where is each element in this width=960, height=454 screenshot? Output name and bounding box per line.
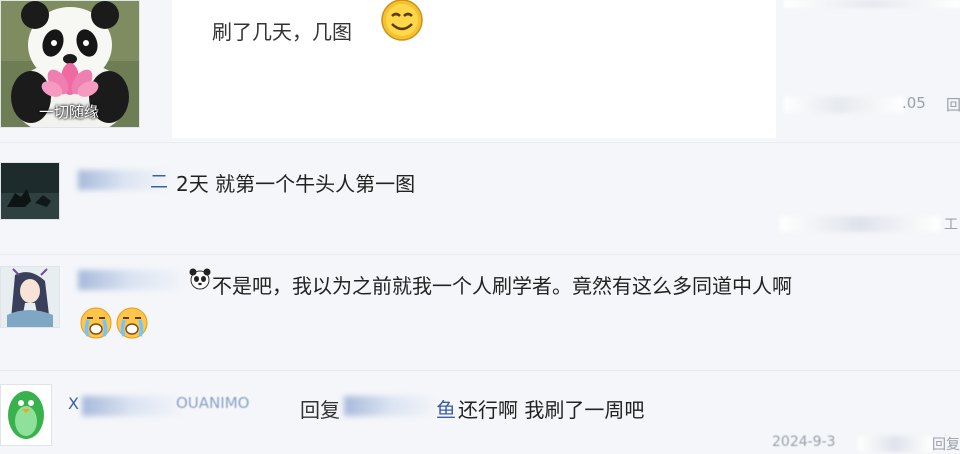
- post-time-fragment: .05: [902, 94, 926, 112]
- top-right-blur: [784, 0, 960, 8]
- post-text: 刷了几天，几图: [212, 20, 352, 44]
- avatar[interactable]: [0, 384, 52, 446]
- username-fragment[interactable]: X: [68, 394, 79, 413]
- reply-timestamp-blur: [858, 436, 932, 452]
- reply-text: 不是吧，我以为之前就我一个人刷学者。竟然有这么多同道中人啊: [212, 274, 792, 298]
- girl-anime-avatar-icon: [1, 267, 59, 327]
- reply-word: 回复: [300, 398, 340, 422]
- reply-target-blurred: [344, 396, 436, 416]
- post-timestamp: .05 回: [784, 94, 960, 118]
- smiley-face-icon: [378, 0, 426, 46]
- avatar-caption: 一切随缘: [39, 103, 100, 121]
- list-item: X OUANIMO 回复 鱼 还行啊 我刷了一周吧 2024-9-3 回复: [0, 374, 960, 454]
- list-item: 不是吧，我以为之前就我一个人刷学者。竟然有这么多同道中人啊: [0, 258, 960, 366]
- avatar[interactable]: [0, 266, 60, 328]
- divider: [0, 142, 960, 143]
- green-penguin-avatar-icon: [1, 385, 51, 445]
- divider: [0, 254, 960, 255]
- reply-timestamp: 2024-9-3: [772, 434, 836, 450]
- reply-link[interactable]: 回复: [932, 434, 960, 454]
- username-blurred: [78, 270, 186, 290]
- username-mid[interactable]: OUANIMO: [176, 394, 249, 412]
- username-blurred: [82, 396, 182, 416]
- divider: [0, 370, 960, 371]
- username-fragment[interactable]: 二: [150, 168, 168, 194]
- reply-target-fragment[interactable]: 鱼: [436, 394, 456, 423]
- crying-face-icon: [114, 306, 150, 344]
- dark-fox-avatar-icon: [1, 163, 59, 219]
- main-post: 一切随缘 刷了几天，几图 .05 回: [0, 0, 960, 138]
- reply-text: 2天 就第一个牛头人第一图: [176, 172, 416, 196]
- panda-emoji-icon: [188, 268, 212, 294]
- reply-timestamp: [780, 216, 940, 232]
- avatar[interactable]: 一切随缘: [0, 0, 140, 137]
- reply-text: 还行啊 我刷了一周吧: [458, 398, 645, 422]
- list-item: 二 2天 就第一个牛头人第一图 工: [0, 146, 960, 250]
- avatar[interactable]: [0, 162, 60, 220]
- reply-link[interactable]: 回: [946, 94, 960, 115]
- crying-face-icon: [78, 306, 114, 344]
- reply-link[interactable]: 工: [944, 214, 958, 234]
